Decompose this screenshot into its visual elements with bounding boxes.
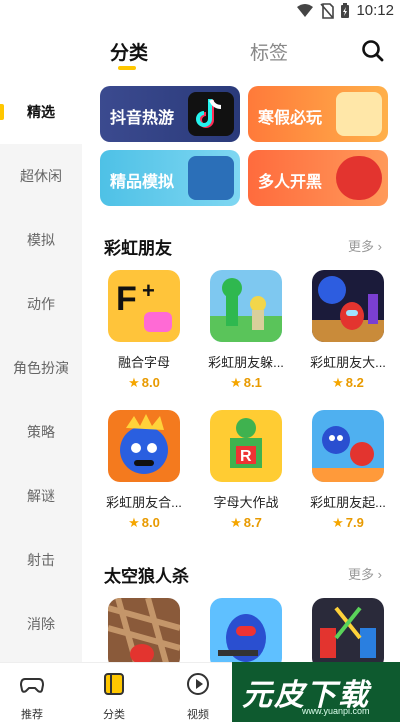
star-icon: ★ bbox=[332, 375, 344, 390]
star-icon: ★ bbox=[230, 375, 242, 390]
more-link[interactable]: 更多 › bbox=[348, 236, 382, 255]
app-icon bbox=[312, 598, 384, 662]
sidebar-item-puzzle[interactable]: 解谜 bbox=[0, 464, 82, 528]
nav-label: 分类 bbox=[103, 709, 125, 721]
sidebar: 精选 超休闲 模拟 动作 角色扮演 策略 解谜 射击 消除 bbox=[0, 80, 82, 662]
app-rating: ★ 8.1 bbox=[230, 375, 262, 390]
battery-icon bbox=[341, 2, 350, 18]
banner-winter-must-play[interactable]: 寒假必玩 bbox=[248, 86, 388, 142]
sidebar-active-indicator bbox=[0, 104, 4, 120]
star-icon: ★ bbox=[128, 515, 140, 530]
app-card[interactable]: F + 融合字母 ★ 8.0 bbox=[96, 270, 192, 391]
gamepad-icon bbox=[19, 678, 45, 693]
sidebar-item-label: 超休闲 bbox=[20, 168, 62, 184]
nav-item-video[interactable]: 视频 bbox=[168, 671, 228, 722]
app-rating: ★ 8.0 bbox=[128, 515, 160, 530]
sidebar-item-shooter[interactable]: 射击 bbox=[0, 528, 82, 592]
app-card[interactable] bbox=[198, 598, 294, 662]
sidebar-item-simulation[interactable]: 模拟 bbox=[0, 208, 82, 272]
tab-underline bbox=[118, 66, 136, 70]
star-icon: ★ bbox=[332, 515, 344, 530]
star-icon: ★ bbox=[230, 515, 242, 530]
app-name: 彩虹朋友起... bbox=[310, 495, 386, 510]
category-icon bbox=[104, 673, 124, 695]
app-name: 彩虹朋友合... bbox=[106, 495, 182, 510]
app-rating: ★ 8.2 bbox=[332, 375, 364, 390]
sidebar-item-roleplay[interactable]: 角色扮演 bbox=[0, 336, 82, 400]
app-icon: F + bbox=[108, 270, 180, 342]
app-name: 字母大作战 bbox=[213, 495, 279, 510]
sidebar-item-strategy[interactable]: 策略 bbox=[0, 400, 82, 464]
sidebar-item-label: 策略 bbox=[27, 424, 55, 440]
status-time: 10:12 bbox=[356, 2, 394, 19]
tab-category[interactable]: 分类 bbox=[110, 38, 148, 65]
tiktok-logo-icon bbox=[188, 92, 234, 136]
play-icon bbox=[187, 673, 209, 695]
app-name: 彩虹朋友躲... bbox=[208, 355, 284, 370]
no-sim-icon bbox=[320, 2, 335, 19]
anime-girl-image bbox=[188, 156, 234, 200]
tab-tags[interactable]: 标签 bbox=[250, 38, 288, 65]
content-area: 抖音热游 寒假必玩 精品模拟 多人开黑 彩虹朋友 更多 › F + 融合字母 ★ 8… bbox=[90, 80, 400, 662]
banner-douyin-hot[interactable]: 抖音热游 bbox=[100, 86, 240, 142]
banner-multiplayer[interactable]: 多人开黑 bbox=[248, 150, 388, 206]
svg-text:F: F bbox=[116, 280, 137, 318]
star-icon: ★ bbox=[128, 375, 140, 390]
nav-item-recommend[interactable]: 推荐 bbox=[2, 671, 62, 722]
banner-label: 寒假必玩 bbox=[258, 110, 323, 127]
wifi-icon bbox=[297, 3, 314, 17]
app-icon bbox=[312, 270, 384, 342]
header: 分类 标签 bbox=[0, 30, 400, 74]
nav-item-category[interactable]: 分类 bbox=[84, 671, 144, 722]
app-icon bbox=[108, 598, 180, 662]
status-icons: 10:12 bbox=[296, 2, 394, 19]
app-icon bbox=[210, 598, 282, 662]
app-card[interactable] bbox=[96, 598, 192, 662]
sidebar-item-match[interactable]: 消除 bbox=[0, 592, 82, 656]
sidebar-item-label: 射击 bbox=[27, 552, 55, 568]
app-card[interactable]: 彩虹朋友躲... ★ 8.1 bbox=[198, 270, 294, 391]
watermark-url: www.yuanpi.com bbox=[302, 706, 370, 716]
svg-text:+: + bbox=[142, 278, 155, 303]
nav-label: 推荐 bbox=[21, 709, 43, 721]
svg-text:R: R bbox=[240, 448, 252, 465]
sidebar-item-label: 精选 bbox=[27, 104, 55, 120]
cartoon-characters-image bbox=[336, 92, 382, 136]
app-icon bbox=[210, 270, 282, 342]
app-card[interactable]: R 字母大作战 ★ 8.7 bbox=[198, 410, 294, 531]
app-icon bbox=[108, 410, 180, 482]
app-rating: ★ 7.9 bbox=[332, 515, 364, 530]
banner-label: 抖音热游 bbox=[110, 110, 175, 127]
app-card[interactable] bbox=[300, 598, 396, 662]
status-bar: 10:12 bbox=[0, 0, 400, 24]
app-card[interactable]: 彩虹朋友起... ★ 7.9 bbox=[300, 410, 396, 531]
nav-label: 视频 bbox=[187, 709, 209, 721]
watermark: 元皮下载 www.yuanpi.com bbox=[232, 662, 400, 722]
app-rating: ★ 8.7 bbox=[230, 515, 262, 530]
crewmate-image bbox=[336, 156, 382, 200]
search-icon[interactable] bbox=[360, 38, 386, 64]
sidebar-item-label: 角色扮演 bbox=[13, 360, 69, 376]
app-name: 融合字母 bbox=[117, 355, 170, 370]
banner-premium-sim[interactable]: 精品模拟 bbox=[100, 150, 240, 206]
app-icon bbox=[312, 410, 384, 482]
sidebar-item-label: 解谜 bbox=[27, 488, 55, 504]
sidebar-item-label: 消除 bbox=[27, 616, 55, 632]
app-card[interactable]: 彩虹朋友合... ★ 8.0 bbox=[96, 410, 192, 531]
sidebar-item-label: 动作 bbox=[27, 296, 55, 312]
sidebar-item-label: 模拟 bbox=[27, 232, 55, 248]
sidebar-item-action[interactable]: 动作 bbox=[0, 272, 82, 336]
sidebar-item-casual[interactable]: 超休闲 bbox=[0, 144, 82, 208]
sidebar-item-featured[interactable]: 精选 bbox=[0, 80, 82, 144]
app-name: 彩虹朋友大... bbox=[310, 355, 386, 370]
section-title: 太空狼人杀 bbox=[104, 567, 189, 586]
app-card[interactable]: 彩虹朋友大... ★ 8.2 bbox=[300, 270, 396, 391]
banner-label: 精品模拟 bbox=[110, 174, 175, 191]
section-title: 彩虹朋友 bbox=[104, 239, 172, 258]
more-link[interactable]: 更多 › bbox=[348, 564, 382, 583]
banner-label: 多人开黑 bbox=[258, 174, 323, 191]
app-icon: R bbox=[210, 410, 282, 482]
app-rating: ★ 8.0 bbox=[128, 375, 160, 390]
